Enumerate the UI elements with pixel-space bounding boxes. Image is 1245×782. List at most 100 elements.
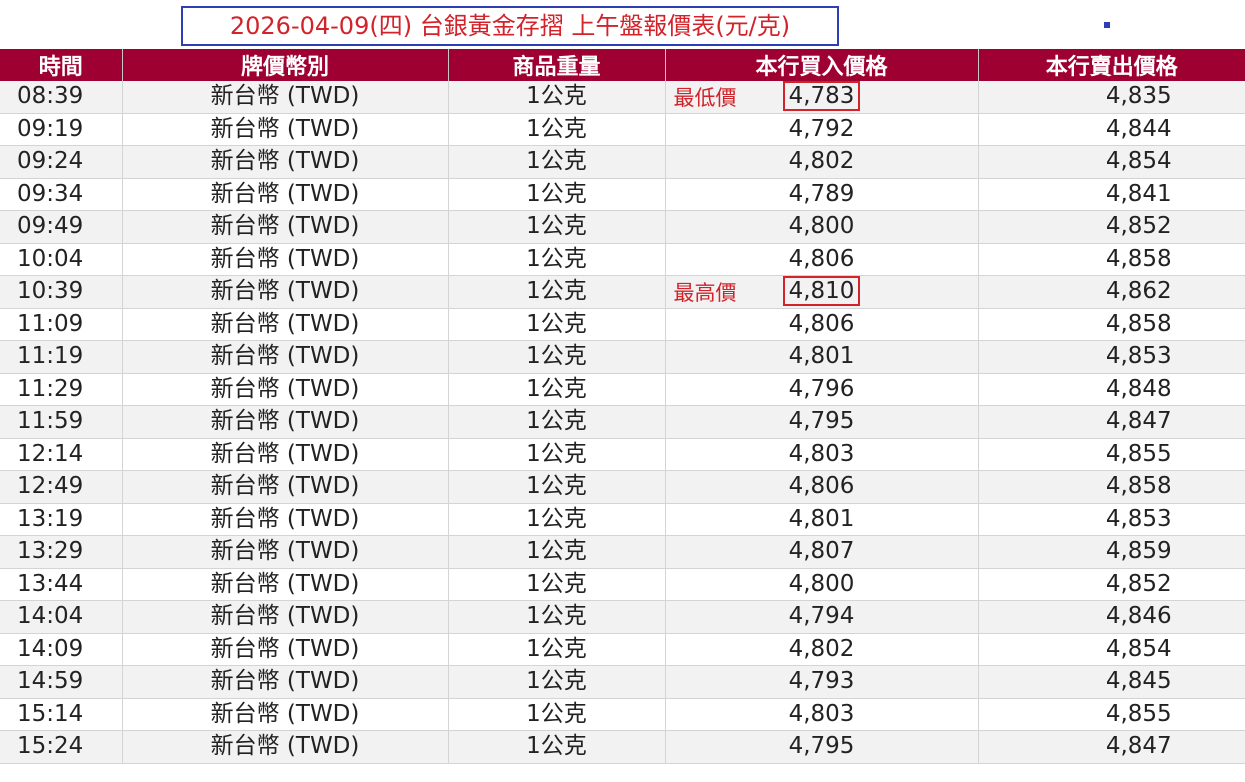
title-row: 2026-04-09(四) 台銀黃金存摺 上午盤報價表(元/克) bbox=[0, 0, 1245, 49]
cell-time: 08:39 bbox=[0, 81, 122, 114]
cell-buy-price: 4,802 bbox=[664, 633, 978, 666]
buy-price-value: 4,802 bbox=[788, 148, 855, 175]
table-row: 11:59 新台幣 (TWD) 1公克 4,795 4,847 bbox=[0, 405, 1245, 439]
table-row: 08:39 新台幣 (TWD) 1公克 最低價 4,783 4,835 bbox=[0, 81, 1245, 114]
cell-currency: 新台幣 (TWD) bbox=[121, 470, 448, 504]
cell-currency: 新台幣 (TWD) bbox=[121, 600, 448, 634]
cell-buy-price: 4,800 bbox=[664, 568, 978, 601]
cell-weight: 1公克 bbox=[447, 568, 665, 601]
cell-time: 09:49 bbox=[0, 210, 122, 244]
cell-time: 11:09 bbox=[0, 308, 122, 341]
cell-weight: 1公克 bbox=[447, 340, 665, 374]
cell-currency: 新台幣 (TWD) bbox=[121, 243, 448, 276]
table-row: 09:24 新台幣 (TWD) 1公克 4,802 4,854 bbox=[0, 145, 1245, 179]
cell-time: 13:19 bbox=[0, 503, 122, 536]
buy-price-value: 4,807 bbox=[788, 538, 855, 565]
cell-time: 14:09 bbox=[0, 633, 122, 666]
cell-time: 13:29 bbox=[0, 535, 122, 569]
table-row: 12:14 新台幣 (TWD) 1公克 4,803 4,855 bbox=[0, 438, 1245, 471]
cell-sell-price: 4,841 bbox=[977, 178, 1245, 211]
cell-currency: 新台幣 (TWD) bbox=[121, 438, 448, 471]
cell-buy-price: 4,794 bbox=[664, 600, 978, 634]
table-row: 14:09 新台幣 (TWD) 1公克 4,802 4,854 bbox=[0, 633, 1245, 666]
buy-price-value: 4,806 bbox=[788, 310, 855, 337]
table-row: 11:29 新台幣 (TWD) 1公克 4,796 4,848 bbox=[0, 373, 1245, 406]
cell-currency: 新台幣 (TWD) bbox=[121, 535, 448, 569]
cell-weight: 1公克 bbox=[447, 210, 665, 244]
cell-weight: 1公克 bbox=[447, 405, 665, 439]
table-row: 15:14 新台幣 (TWD) 1公克 4,803 4,855 bbox=[0, 698, 1245, 731]
buy-price-value: 4,810 bbox=[782, 276, 861, 307]
price-note: 最低價 bbox=[673, 86, 737, 110]
cell-currency: 新台幣 (TWD) bbox=[121, 113, 448, 146]
buy-price-value: 4,800 bbox=[788, 213, 855, 240]
cell-currency: 新台幣 (TWD) bbox=[121, 210, 448, 244]
header-sell-price: 本行賣出價格 bbox=[977, 49, 1245, 81]
cell-currency: 新台幣 (TWD) bbox=[121, 698, 448, 731]
buy-price-value: 4,802 bbox=[788, 635, 855, 662]
header-currency: 牌價幣別 bbox=[121, 49, 448, 81]
cell-currency: 新台幣 (TWD) bbox=[121, 633, 448, 666]
cell-sell-price: 4,848 bbox=[977, 373, 1245, 406]
table-row: 09:34 新台幣 (TWD) 1公克 4,789 4,841 bbox=[0, 178, 1245, 211]
cell-time: 13:44 bbox=[0, 568, 122, 601]
table-row: 13:19 新台幣 (TWD) 1公克 4,801 4,853 bbox=[0, 503, 1245, 536]
cell-weight: 1公克 bbox=[447, 470, 665, 504]
buy-price-value: 4,800 bbox=[788, 570, 855, 597]
marker-dot bbox=[1104, 22, 1110, 28]
cell-buy-price: 4,793 bbox=[664, 665, 978, 699]
cell-sell-price: 4,859 bbox=[977, 535, 1245, 569]
buy-price-value: 4,803 bbox=[788, 700, 855, 727]
cell-sell-price: 4,844 bbox=[977, 113, 1245, 146]
cell-sell-price: 4,855 bbox=[977, 438, 1245, 471]
price-sheet: 2026-04-09(四) 台銀黃金存摺 上午盤報價表(元/克) 時間 牌價幣別… bbox=[0, 0, 1245, 782]
cell-weight: 1公克 bbox=[447, 145, 665, 179]
price-table: 時間 牌價幣別 商品重量 本行買入價格 本行賣出價格 08:39 新台幣 (TWD… bbox=[0, 49, 1245, 764]
cell-currency: 新台幣 (TWD) bbox=[121, 340, 448, 374]
cell-currency: 新台幣 (TWD) bbox=[121, 275, 448, 309]
cell-buy-price: 4,792 bbox=[664, 113, 978, 146]
buy-price-value: 4,789 bbox=[788, 180, 855, 207]
cell-buy-price: 4,789 bbox=[664, 178, 978, 211]
table-row: 11:19 新台幣 (TWD) 1公克 4,801 4,853 bbox=[0, 340, 1245, 374]
buy-price-value: 4,806 bbox=[788, 473, 855, 500]
cell-weight: 1公克 bbox=[447, 243, 665, 276]
buy-price-value: 4,806 bbox=[788, 245, 855, 272]
cell-buy-price: 4,807 bbox=[664, 535, 978, 569]
cell-time: 11:29 bbox=[0, 373, 122, 406]
buy-price-value: 4,795 bbox=[788, 733, 855, 760]
header-buy-price: 本行買入價格 bbox=[664, 49, 978, 81]
cell-buy-price: 4,806 bbox=[664, 470, 978, 504]
cell-weight: 1公克 bbox=[447, 438, 665, 471]
cell-buy-price: 最高價 4,810 bbox=[664, 275, 978, 309]
price-note: 最高價 bbox=[673, 281, 737, 305]
cell-currency: 新台幣 (TWD) bbox=[121, 730, 448, 764]
cell-time: 09:34 bbox=[0, 178, 122, 211]
cell-sell-price: 4,846 bbox=[977, 600, 1245, 634]
cell-sell-price: 4,835 bbox=[977, 81, 1245, 114]
buy-price-value: 4,796 bbox=[788, 375, 855, 402]
table-row: 15:24 新台幣 (TWD) 1公克 4,795 4,847 bbox=[0, 730, 1245, 764]
cell-buy-price: 4,795 bbox=[664, 730, 978, 764]
cell-time: 10:04 bbox=[0, 243, 122, 276]
cell-buy-price: 4,801 bbox=[664, 340, 978, 374]
cell-weight: 1公克 bbox=[447, 600, 665, 634]
table-row: 09:19 新台幣 (TWD) 1公克 4,792 4,844 bbox=[0, 113, 1245, 146]
table-row: 09:49 新台幣 (TWD) 1公克 4,800 4,852 bbox=[0, 210, 1245, 244]
cell-buy-price: 4,800 bbox=[664, 210, 978, 244]
cell-time: 15:14 bbox=[0, 698, 122, 731]
cell-sell-price: 4,852 bbox=[977, 568, 1245, 601]
cell-currency: 新台幣 (TWD) bbox=[121, 373, 448, 406]
cell-currency: 新台幣 (TWD) bbox=[121, 145, 448, 179]
buy-price-value: 4,793 bbox=[788, 668, 855, 695]
cell-time: 10:39 bbox=[0, 275, 122, 309]
cell-buy-price: 4,795 bbox=[664, 405, 978, 439]
cell-currency: 新台幣 (TWD) bbox=[121, 568, 448, 601]
cell-weight: 1公克 bbox=[447, 308, 665, 341]
table-row: 13:44 新台幣 (TWD) 1公克 4,800 4,852 bbox=[0, 568, 1245, 601]
table-row: 10:04 新台幣 (TWD) 1公克 4,806 4,858 bbox=[0, 243, 1245, 276]
cell-sell-price: 4,858 bbox=[977, 308, 1245, 341]
cell-weight: 1公克 bbox=[447, 503, 665, 536]
buy-price-value: 4,783 bbox=[782, 81, 861, 112]
cell-buy-price: 4,801 bbox=[664, 503, 978, 536]
